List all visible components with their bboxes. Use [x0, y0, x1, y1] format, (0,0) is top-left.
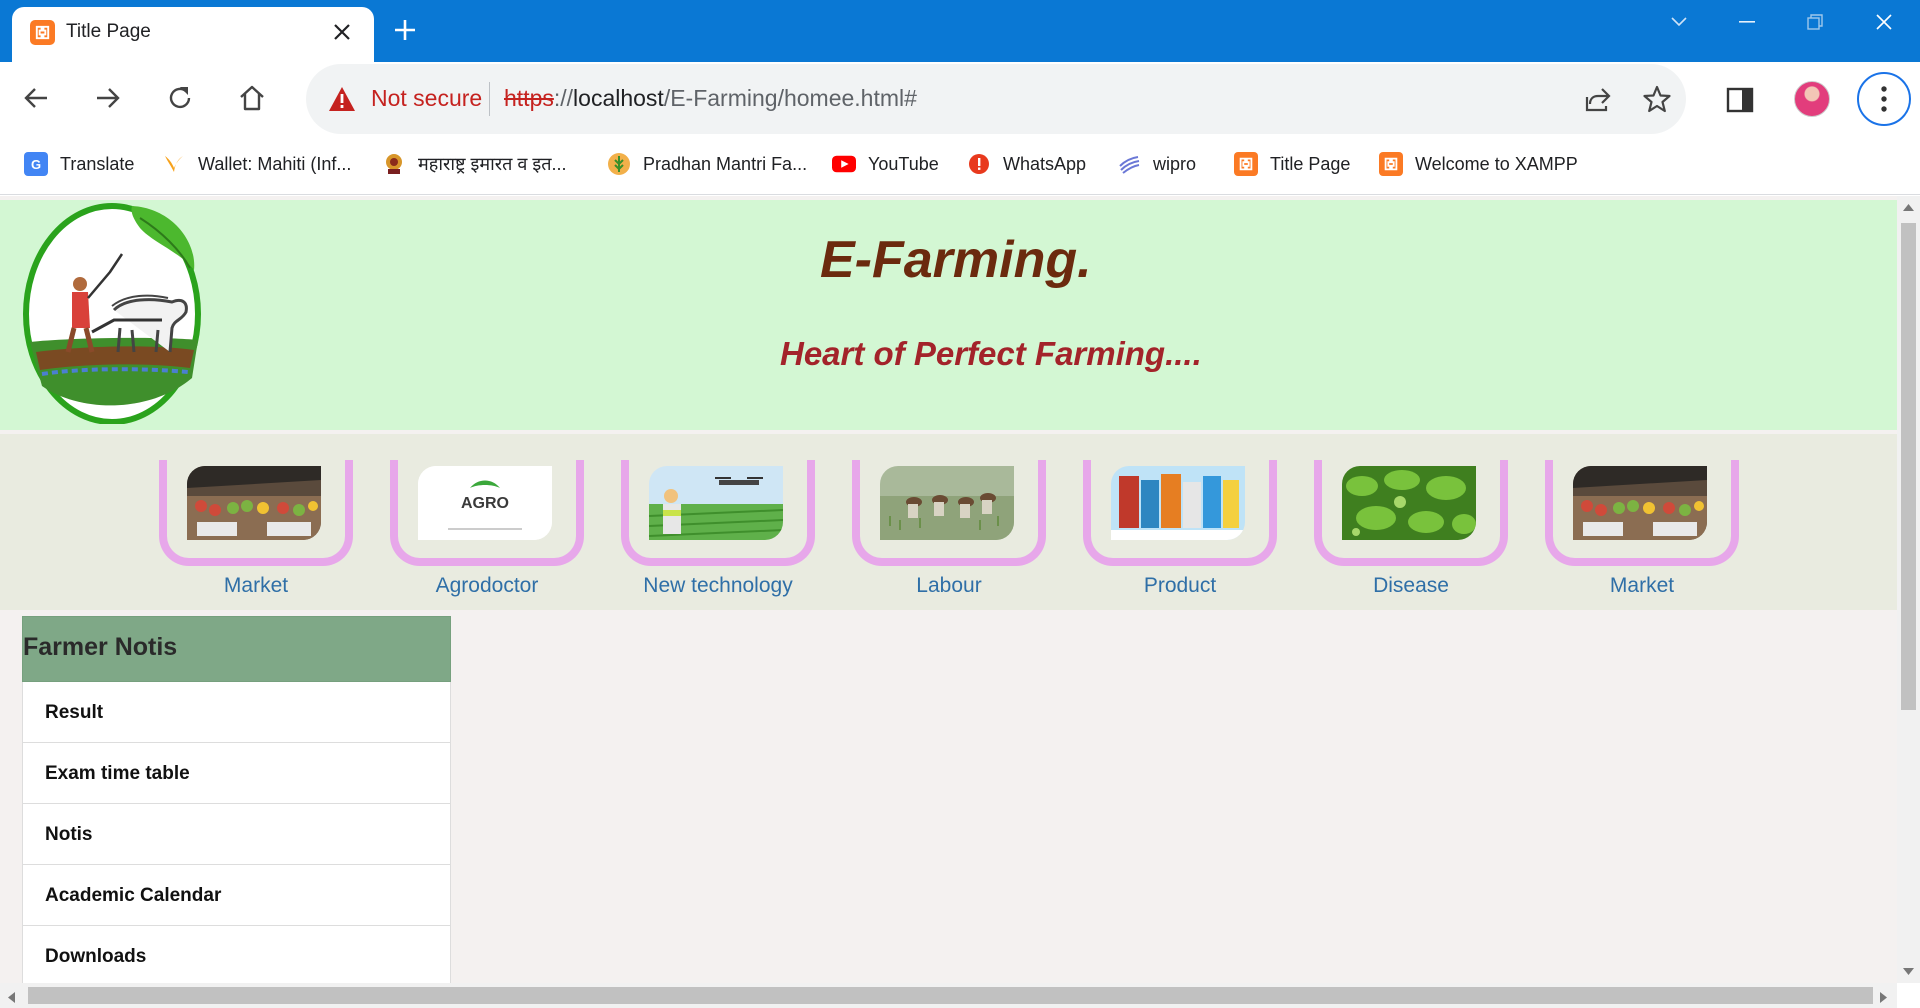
agro-logo-image: AGRO — [418, 466, 552, 540]
home-icon[interactable] — [230, 76, 274, 120]
address-bar[interactable]: Not secure https://localhost/E-Farming/h… — [306, 64, 1686, 134]
sidebar-item-downloads[interactable]: Downloads — [22, 926, 451, 983]
nav-card-disease[interactable]: Disease — [1314, 460, 1508, 610]
browser-toolbar: Not secure https://localhost/E-Farming/h… — [0, 62, 1920, 135]
wipro-icon — [1117, 152, 1141, 176]
restore-icon[interactable] — [1781, 0, 1849, 44]
bookmark-label: wipro — [1153, 153, 1197, 174]
bookmark-pmfby[interactable]: Pradhan Mantri Fa... — [607, 149, 807, 179]
google-translate-icon: G — [24, 152, 48, 176]
url-path: /E-Farming/homee.html# — [663, 85, 917, 111]
market-image — [187, 466, 321, 540]
bookmark-title-page[interactable]: Title Page — [1234, 149, 1350, 179]
reload-icon[interactable] — [158, 76, 202, 120]
url-divider — [489, 82, 490, 116]
card-label: Labour — [916, 574, 982, 597]
scroll-right-icon[interactable] — [1880, 992, 1887, 1003]
bookmark-label: Title Page — [1270, 153, 1351, 174]
card-label: Disease — [1373, 574, 1449, 597]
whatsapp-icon — [967, 152, 991, 176]
bookmark-maharashtra[interactable]: महाराष्ट्र इमारत व इत... — [382, 149, 567, 179]
bookmark-label: Welcome to XAMPP — [1415, 153, 1578, 174]
profile-avatar[interactable] — [1794, 81, 1830, 117]
bookmark-label: Pradhan Mantri Fa... — [643, 153, 808, 174]
scroll-down-icon[interactable] — [1903, 968, 1914, 975]
tab-title: Title Page — [66, 21, 151, 42]
more-menu-icon[interactable] — [1857, 72, 1911, 126]
nav-card-labour[interactable]: Labour — [852, 460, 1046, 610]
bookmark-xampp[interactable]: Welcome to XAMPP — [1379, 149, 1578, 179]
window-close-icon[interactable] — [1850, 0, 1918, 44]
sidebar-heading: Farmer Notis — [22, 616, 451, 682]
scroll-left-icon[interactable] — [8, 992, 15, 1003]
nav-card-agrodoctor[interactable]: AGRO Agrodoctor — [390, 460, 584, 610]
card-label: Product — [1143, 574, 1217, 597]
bookmark-youtube[interactable]: YouTube — [832, 149, 939, 179]
xampp-icon — [1379, 152, 1403, 176]
scroll-up-icon[interactable] — [1903, 204, 1914, 211]
url-host: localhost — [573, 85, 664, 111]
side-panel-icon[interactable] — [1718, 78, 1762, 122]
bookmark-wipro[interactable]: wipro — [1117, 149, 1196, 179]
farmer-ploughing-logo — [23, 203, 201, 424]
warning-icon[interactable] — [328, 86, 356, 112]
site-tagline: Heart of Perfect Farming.... — [780, 335, 1202, 372]
bookmarks-bar: G Translate Wallet: Mahiti (Inf... महारा… — [0, 135, 1920, 195]
tab-search-icon[interactable] — [1645, 0, 1713, 44]
nav-card-product[interactable]: Product — [1083, 460, 1277, 610]
xampp-icon — [30, 20, 55, 45]
nav-card-new-technology[interactable]: New technology — [621, 460, 815, 610]
nav-card-market-2[interactable]: Market — [1545, 460, 1739, 610]
share-icon[interactable] — [1580, 81, 1616, 117]
url-scheme: https — [504, 85, 554, 111]
sidebar-item-notis[interactable]: Notis — [22, 804, 451, 865]
back-icon[interactable] — [14, 76, 58, 120]
sidebar-item-result[interactable]: Result — [22, 682, 451, 743]
tab-strip: Title Page — [0, 0, 1920, 62]
fertilizer-packs-image — [1111, 466, 1245, 540]
nav-card-market[interactable]: Market — [159, 460, 353, 610]
category-nav: Market AGRO Agrodoctor New technology La… — [0, 434, 1897, 610]
browser-tab[interactable]: Title Page — [12, 7, 374, 62]
youtube-icon — [832, 152, 856, 176]
drone-field-image — [649, 466, 783, 540]
site-header: E-Farming. Heart of Perfect Farming.... — [0, 200, 1897, 430]
not-secure-label[interactable]: Not secure — [371, 85, 482, 112]
wallet-icon — [162, 152, 186, 176]
close-icon[interactable] — [327, 17, 357, 47]
vertical-scroll-thumb[interactable] — [1897, 219, 1920, 714]
url-text[interactable]: https://localhost/E-Farming/homee.html# — [504, 85, 917, 112]
emblem-icon — [382, 152, 406, 176]
sidebar-item-academic-calendar[interactable]: Academic Calendar — [22, 865, 451, 926]
leaf-disease-image — [1342, 466, 1476, 540]
paddy-workers-image — [880, 466, 1014, 540]
bookmark-label: Wallet: Mahiti (Inf... — [198, 153, 352, 174]
forward-icon[interactable] — [86, 76, 130, 120]
card-label: New technology — [643, 574, 793, 597]
bookmark-star-icon[interactable] — [1639, 81, 1675, 117]
market-image — [1573, 466, 1707, 540]
page-viewport: E-Farming. Heart of Perfect Farming.... … — [0, 196, 1897, 983]
bookmark-whatsapp[interactable]: WhatsApp — [967, 149, 1086, 179]
bookmark-label: YouTube — [868, 153, 939, 174]
bookmark-translate[interactable]: G Translate — [24, 149, 134, 179]
card-label: Market — [1609, 574, 1675, 597]
url-separator: :// — [553, 85, 574, 111]
card-label: Agrodoctor — [435, 574, 539, 597]
card-label: Market — [223, 574, 289, 597]
new-tab-button[interactable] — [388, 13, 422, 47]
bookmark-wallet[interactable]: Wallet: Mahiti (Inf... — [162, 149, 351, 179]
horizontal-scroll-thumb[interactable] — [28, 987, 1873, 1004]
bookmark-label: Translate — [60, 153, 135, 174]
site-title: E-Farming. — [820, 231, 1092, 289]
bookmark-label: महाराष्ट्र इमारत व इत... — [418, 154, 567, 174]
xampp-icon — [1234, 152, 1258, 176]
bookmark-label: WhatsApp — [1003, 153, 1087, 174]
pmfby-icon — [607, 152, 631, 176]
sidebar-item-exam-time-table[interactable]: Exam time table — [22, 743, 451, 804]
agro-logo-text: AGRO — [461, 495, 509, 512]
minimize-icon[interactable] — [1713, 0, 1781, 44]
farmer-notice-sidebar: Farmer Notis Result Exam time table Noti… — [22, 616, 451, 983]
